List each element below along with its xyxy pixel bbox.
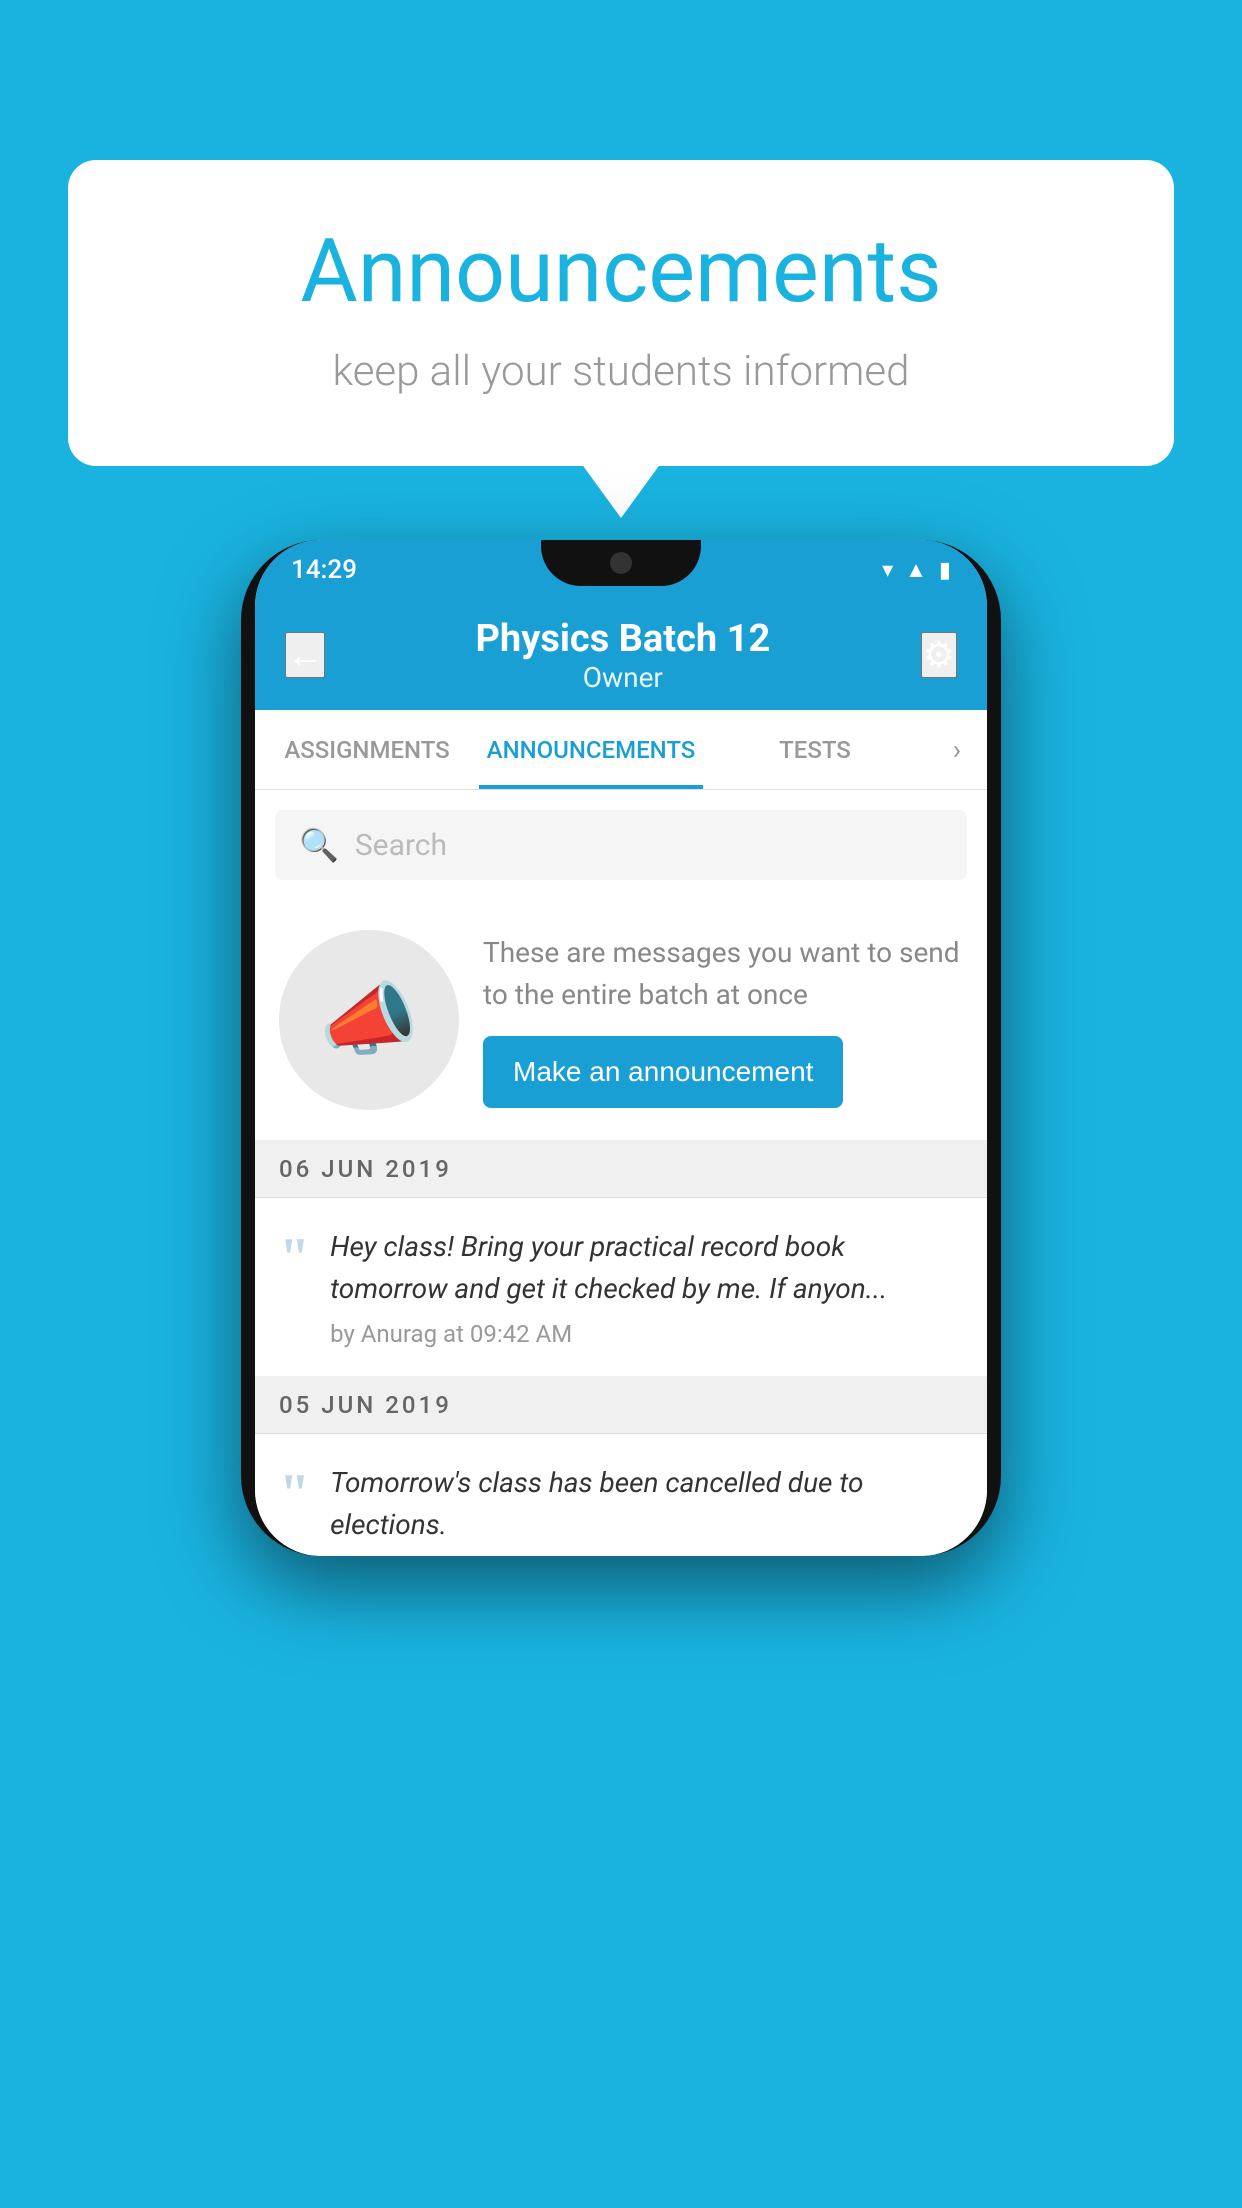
announcement-text-1: Hey class! Bring your practical record b…	[330, 1226, 963, 1310]
empty-state-description: These are messages you want to send to t…	[483, 932, 963, 1016]
tab-announcements[interactable]: ANNOUNCEMENTS	[479, 710, 703, 789]
search-icon: 🔍	[299, 826, 339, 864]
battery-icon: ▮	[939, 558, 951, 583]
quote-icon-1: "	[279, 1230, 310, 1286]
search-bar[interactable]: 🔍 Search	[275, 810, 967, 880]
date-separator-2: 05 JUN 2019	[255, 1377, 987, 1434]
tab-assignments[interactable]: ASSIGNMENTS	[255, 710, 479, 789]
announcement-item-2[interactable]: " Tomorrow's class has been cancelled du…	[255, 1434, 987, 1556]
speech-bubble-title: Announcements	[128, 220, 1114, 323]
notch	[541, 540, 701, 586]
speech-bubble-container: Announcements keep all your students inf…	[68, 160, 1174, 466]
app-bar: ← Physics Batch 12 Owner ⚙	[255, 600, 987, 710]
app-bar-title-group: Physics Batch 12 Owner	[475, 617, 770, 694]
make-announcement-button[interactable]: Make an announcement	[483, 1036, 843, 1108]
batch-role: Owner	[475, 661, 770, 694]
status-icons: ▾ ▲ ▮	[882, 557, 951, 583]
speech-bubble-subtitle: keep all your students informed	[128, 347, 1114, 396]
camera	[610, 552, 632, 574]
announcement-content-1: Hey class! Bring your practical record b…	[330, 1226, 963, 1348]
tab-tests[interactable]: TESTS	[703, 710, 927, 789]
back-button[interactable]: ←	[285, 632, 325, 678]
quote-icon-2: "	[279, 1466, 310, 1522]
phone-mockup: 14:29 ▾ ▲ ▮ ← Physics Batch 12 Owner ⚙	[241, 540, 1001, 1556]
tab-bar: ASSIGNMENTS ANNOUNCEMENTS TESTS ›	[255, 710, 987, 790]
announcement-meta-1: by Anurag at 09:42 AM	[330, 1320, 963, 1348]
search-placeholder: Search	[355, 828, 447, 863]
announcement-empty-state: 📣 These are messages you want to send to…	[255, 900, 987, 1141]
announcement-content-2: Tomorrow's class has been cancelled due …	[330, 1462, 963, 1556]
date-separator-1: 06 JUN 2019	[255, 1141, 987, 1198]
announcement-text-2: Tomorrow's class has been cancelled due …	[330, 1462, 963, 1546]
megaphone-circle: 📣	[279, 930, 459, 1110]
wifi-icon: ▾	[882, 558, 893, 583]
megaphone-icon: 📣	[319, 973, 419, 1067]
settings-button[interactable]: ⚙	[921, 632, 957, 678]
phone-screen: 14:29 ▾ ▲ ▮ ← Physics Batch 12 Owner ⚙	[255, 540, 987, 1556]
status-time: 14:29	[291, 555, 357, 585]
announcement-item-1[interactable]: " Hey class! Bring your practical record…	[255, 1198, 987, 1377]
phone-body: 14:29 ▾ ▲ ▮ ← Physics Batch 12 Owner ⚙	[241, 540, 1001, 1556]
batch-name: Physics Batch 12	[475, 617, 770, 661]
tab-more[interactable]: ›	[927, 710, 987, 789]
speech-bubble: Announcements keep all your students inf…	[68, 160, 1174, 466]
signal-icon: ▲	[905, 557, 927, 583]
announcement-info: These are messages you want to send to t…	[483, 932, 963, 1108]
